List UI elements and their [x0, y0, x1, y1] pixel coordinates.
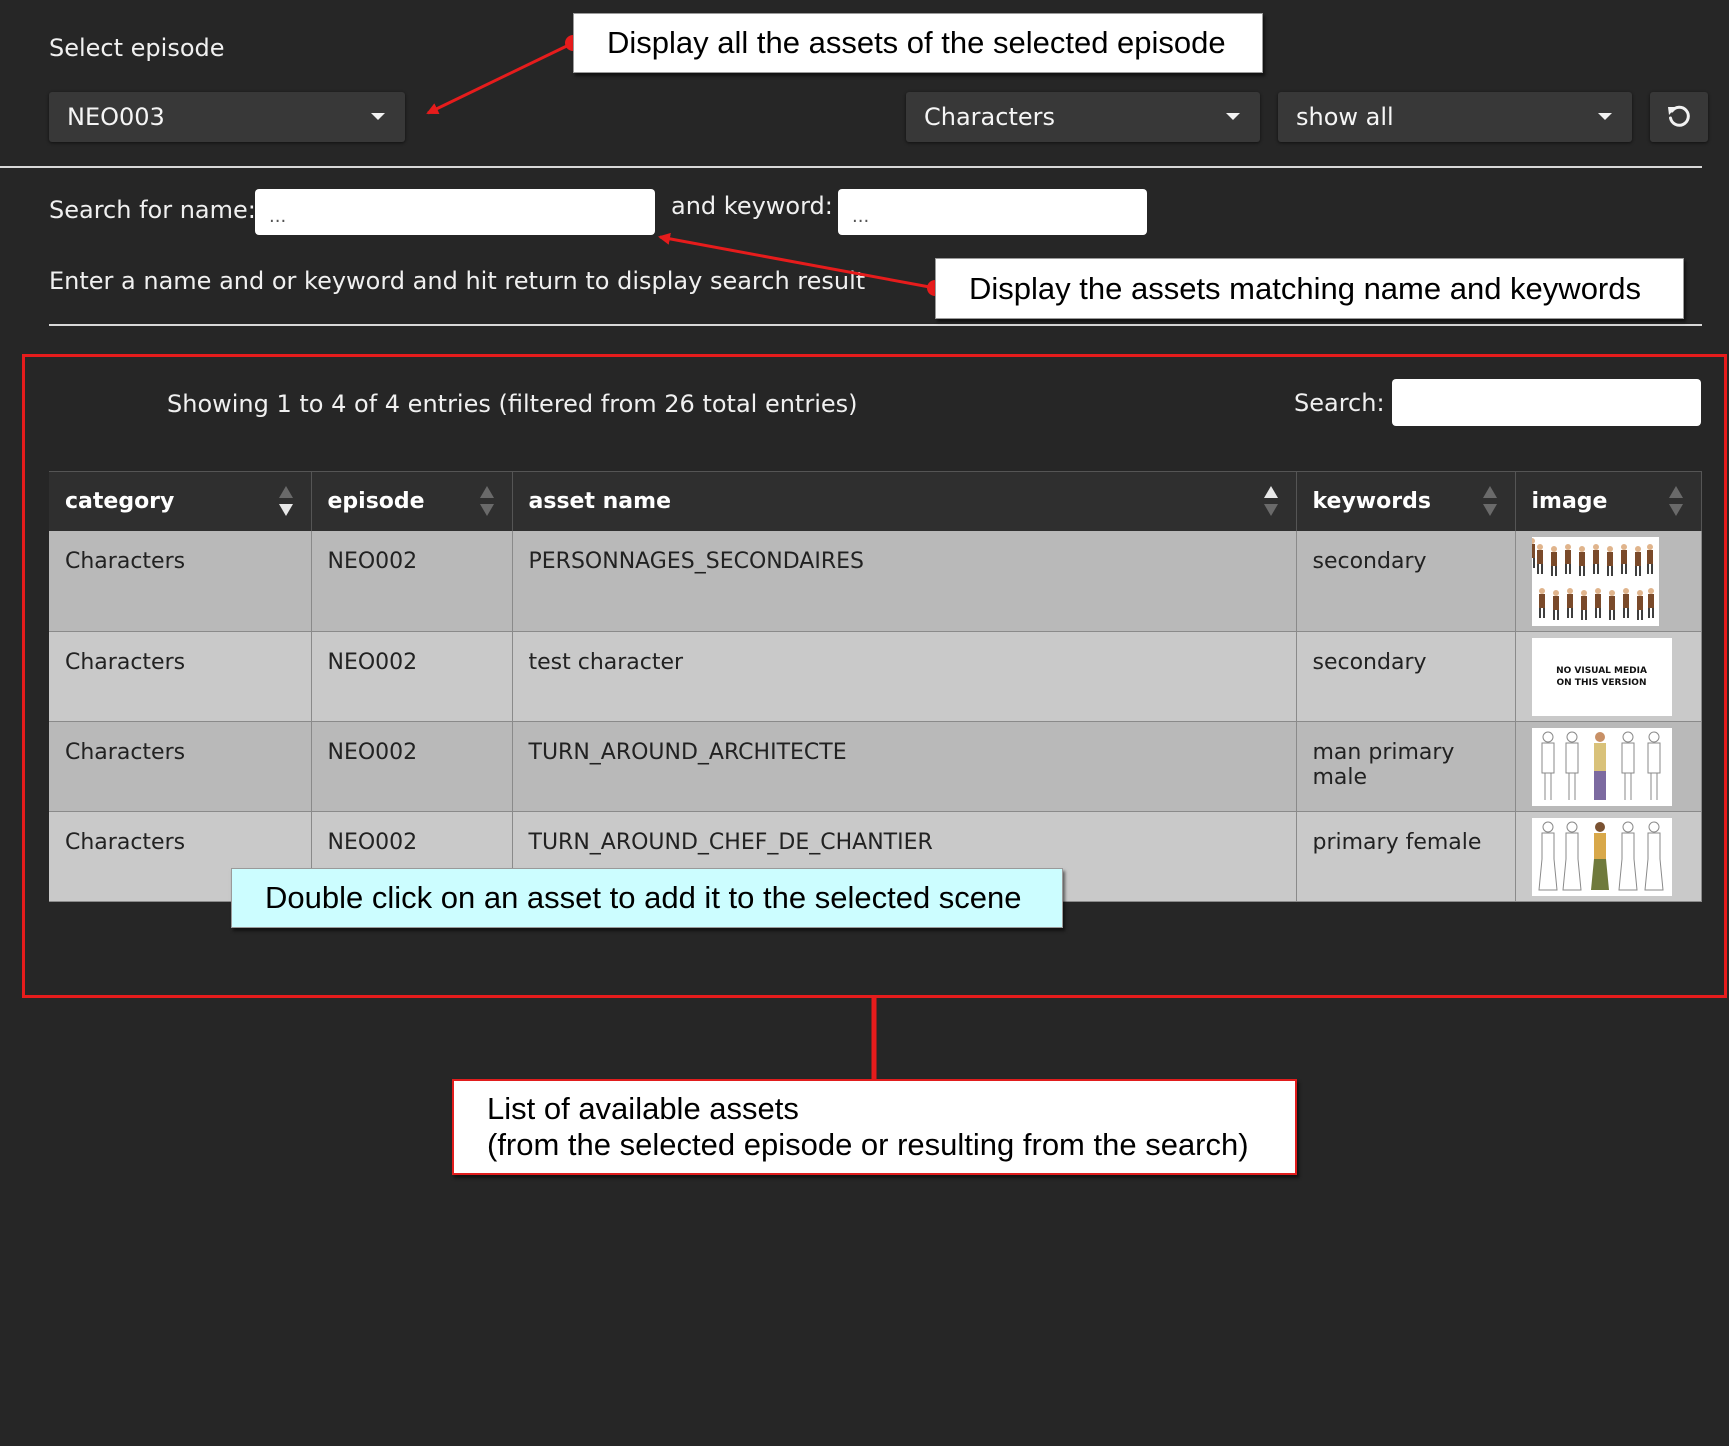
cell-category: Characters	[49, 631, 312, 722]
cell-image: NO VISUAL MEDIA ON THIS VERSION	[1515, 631, 1702, 722]
cell-asset-name: PERSONNAGES_SECONDAIRES	[512, 530, 1297, 632]
column-header-label: asset name	[528, 488, 671, 514]
table-row[interactable]: Characters NEO002 PERSONNAGES_SECONDAIRE…	[49, 530, 1702, 632]
episode-dropdown-value: NEO003	[67, 103, 165, 131]
cell-image	[1515, 811, 1702, 902]
cell-episode: NEO002	[311, 631, 513, 722]
column-header-label: episode	[327, 488, 425, 514]
episode-callout: Display all the assets of the selected e…	[573, 13, 1263, 73]
sort-icon	[1668, 486, 1683, 518]
filter-mode-value: show all	[1296, 103, 1394, 131]
refresh-button[interactable]	[1650, 92, 1708, 142]
category-dropdown-value: Characters	[924, 103, 1055, 131]
cell-episode: NEO002	[311, 721, 513, 812]
cell-keywords: secondary	[1296, 631, 1516, 722]
table-row[interactable]: Characters NEO002 TURN_AROUND_ARCHITECTE…	[49, 721, 1702, 812]
chevron-down-icon	[1226, 113, 1240, 120]
turnaround-female-thumbnail	[1531, 818, 1672, 896]
column-header-image[interactable]: image	[1515, 471, 1702, 531]
search-hint: Enter a name and or keyword and hit retu…	[49, 267, 866, 295]
column-header-asset-name[interactable]: asset name	[512, 471, 1297, 531]
divider	[0, 166, 1702, 168]
sort-icon	[1263, 486, 1278, 518]
select-episode-label: Select episode	[49, 34, 225, 62]
divider	[49, 324, 1702, 326]
episode-dropdown[interactable]: NEO003	[49, 92, 405, 142]
column-header-keywords[interactable]: keywords	[1296, 471, 1516, 531]
column-header-label: category	[65, 488, 175, 514]
cell-category: Characters	[49, 721, 312, 812]
cell-asset-name: TURN_AROUND_ARCHITECTE	[512, 721, 1297, 812]
refresh-icon	[1668, 105, 1690, 127]
cell-keywords: primary female	[1296, 811, 1516, 902]
column-header-episode[interactable]: episode	[311, 471, 513, 531]
character-lineup-thumbnail	[1531, 536, 1659, 626]
double-click-callout: Double click on an asset to add it to th…	[231, 868, 1063, 928]
sort-icon	[278, 486, 293, 518]
column-header-label: image	[1531, 488, 1608, 514]
sort-icon	[1482, 486, 1497, 518]
table-search-label: Search:	[1294, 389, 1385, 417]
chevron-down-icon	[371, 113, 385, 120]
cell-keywords: man primary male	[1296, 721, 1516, 812]
cell-episode: NEO002	[311, 530, 513, 632]
episode-callout-arrow	[426, 41, 574, 115]
table-header-row: category episode asset name keywords ima…	[49, 471, 1702, 531]
chevron-down-icon	[1598, 113, 1612, 120]
cell-image	[1515, 530, 1702, 632]
table-info-text: Showing 1 to 4 of 4 entries (filtered fr…	[167, 390, 858, 418]
assets-table: category episode asset name keywords ima…	[49, 471, 1702, 902]
assets-list-callout-line2: (from the selected episode or resulting …	[487, 1127, 1249, 1162]
search-callout: Display the assets matching name and key…	[935, 258, 1684, 319]
search-keyword-input[interactable]	[838, 189, 1147, 235]
cell-keywords: secondary	[1296, 530, 1516, 632]
cell-asset-name: test character	[512, 631, 1297, 722]
no-media-thumbnail: NO VISUAL MEDIA ON THIS VERSION	[1531, 638, 1672, 716]
sort-icon	[479, 486, 494, 518]
column-header-category[interactable]: category	[49, 471, 312, 531]
column-header-label: keywords	[1312, 488, 1431, 514]
table-row[interactable]: Characters NEO002 test character seconda…	[49, 631, 1702, 722]
category-dropdown[interactable]: Characters	[906, 92, 1260, 142]
cell-image	[1515, 721, 1702, 812]
turnaround-male-thumbnail	[1531, 728, 1672, 806]
search-name-label: Search for name:	[49, 196, 256, 224]
search-keyword-label: and keyword:	[671, 192, 833, 220]
assets-list-callout: List of available assets (from the selec…	[452, 1079, 1297, 1175]
table-search-input[interactable]	[1392, 379, 1701, 426]
cell-category: Characters	[49, 530, 312, 632]
assets-list-callout-line1: List of available assets	[487, 1091, 799, 1126]
search-name-input[interactable]	[255, 189, 655, 235]
filter-mode-dropdown[interactable]: show all	[1278, 92, 1632, 142]
